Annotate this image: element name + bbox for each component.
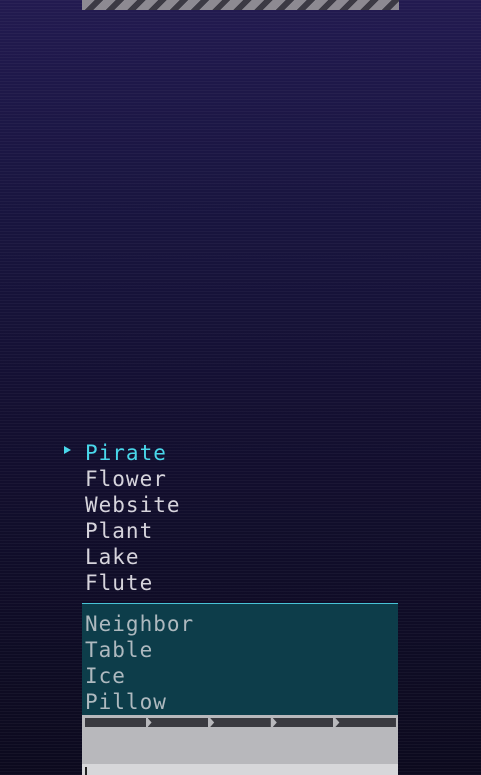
- menu-item-lake[interactable]: Lake: [85, 544, 140, 570]
- progress-segment: [210, 718, 271, 727]
- menu-item-flute[interactable]: Flute: [85, 570, 153, 596]
- menu-item-plant[interactable]: Plant: [85, 518, 153, 544]
- menu-item-flower[interactable]: Flower: [85, 466, 167, 492]
- panel-item-ice[interactable]: Ice: [85, 663, 126, 689]
- progress-segment: [147, 718, 209, 727]
- menu-item-website[interactable]: Website: [85, 492, 181, 518]
- segmented-progress-bar: [85, 718, 396, 727]
- secondary-choice-panel: Neighbor Table Ice Pillow: [82, 603, 398, 716]
- progress-segment: [272, 718, 334, 727]
- progress-segment: [335, 718, 396, 727]
- panel-item-pillow[interactable]: Pillow: [85, 689, 167, 715]
- top-hazard-stripe: [82, 0, 399, 10]
- menu-item-pirate[interactable]: Pirate: [85, 440, 167, 466]
- footer-bar: [82, 715, 398, 775]
- selection-arrow-icon: [64, 446, 71, 454]
- progress-segment: [85, 718, 146, 727]
- text-entry-field[interactable]: [82, 764, 398, 775]
- panel-item-table[interactable]: Table: [85, 637, 153, 663]
- panel-item-neighbor[interactable]: Neighbor: [85, 611, 194, 637]
- text-caret: [85, 767, 87, 775]
